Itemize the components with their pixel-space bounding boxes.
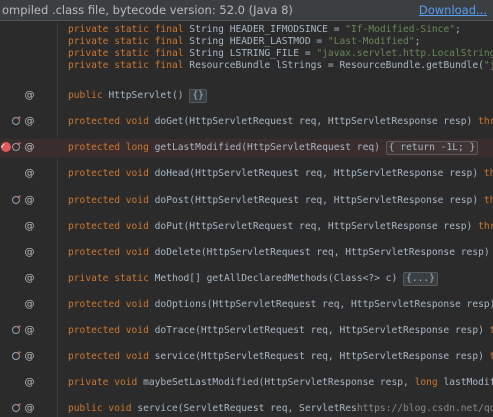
code-line-maybesetlastmodified[interactable]: @ private void maybeSetLastModified(Http… bbox=[0, 374, 493, 392]
code-line-service-servlet[interactable]: ↑ @ public void service(ServletRequest r… bbox=[0, 400, 493, 417]
annotation-icon: @ bbox=[24, 273, 35, 284]
code-line: private static final ResourceBundle lStr… bbox=[68, 60, 493, 71]
implementing-method-icon[interactable]: ↑ bbox=[10, 324, 23, 336]
fold-placeholder[interactable]: {...} bbox=[403, 272, 438, 286]
code-line-dooptions[interactable]: @ protected void doOptions(HttpServletRe… bbox=[0, 296, 493, 314]
banner-text: ompiled .class file, bytecode version: 5… bbox=[2, 3, 293, 17]
annotation-icon: @ bbox=[24, 195, 35, 206]
code-line-dodelete[interactable]: @ protected void doDelete(HttpServletReq… bbox=[0, 244, 493, 262]
annotation-icon: @ bbox=[24, 90, 35, 101]
annotation-icon: @ bbox=[24, 377, 35, 388]
watermark-text: https://blog.csdn.net/qq_40911208 bbox=[356, 403, 493, 414]
fold-placeholder[interactable]: {} bbox=[189, 89, 207, 103]
annotation-icon: @ bbox=[24, 351, 35, 362]
code-line-dopost[interactable]: ↑ @ protected void doPost(HttpServletReq… bbox=[0, 192, 493, 210]
download-sources-link[interactable]: Download... bbox=[419, 3, 487, 17]
implementing-method-icon[interactable]: ↑ bbox=[10, 350, 23, 362]
code-line-getalldeclaredmethods[interactable]: @ private static Method[] getAllDeclared… bbox=[0, 270, 493, 288]
code-line-doget[interactable]: ↑ @ protected void doGet(HttpServletRequ… bbox=[0, 113, 493, 131]
code-line-constructor[interactable]: @ public HttpServlet() {} bbox=[0, 87, 493, 105]
implementing-method-icon[interactable]: ↑ bbox=[10, 194, 23, 206]
annotation-icon: @ bbox=[24, 116, 35, 127]
annotation-icon: @ bbox=[24, 247, 35, 258]
code-line-getlastmodified[interactable]: ✓ ↑ @ protected long getLastModified(Htt… bbox=[0, 139, 493, 157]
annotation-icon: @ bbox=[24, 142, 35, 153]
decompiled-class-banner: ompiled .class file, bytecode version: 5… bbox=[0, 0, 493, 21]
implementing-method-icon[interactable]: ↑ bbox=[10, 115, 23, 127]
annotation-icon: @ bbox=[24, 221, 35, 232]
annotation-icon: @ bbox=[24, 168, 35, 179]
annotation-icon: @ bbox=[24, 403, 35, 414]
code-line-dotrace[interactable]: ↑ @ protected void doTrace(HttpServletRe… bbox=[0, 322, 493, 340]
code-editor[interactable]: private static final String HEADER_IFMOD… bbox=[0, 21, 493, 417]
annotation-icon: @ bbox=[24, 299, 35, 310]
annotation-icon: @ bbox=[24, 325, 35, 336]
implementing-method-icon[interactable]: ↑ bbox=[10, 402, 23, 414]
fold-placeholder[interactable]: { return -1L; } bbox=[385, 141, 479, 155]
implementing-method-icon[interactable]: ↑ bbox=[10, 141, 23, 153]
code-line-dohead[interactable]: @ protected void doHead(HttpServletReque… bbox=[0, 165, 493, 183]
code-line-service-http[interactable]: ↑ @ protected void service(HttpServletRe… bbox=[0, 348, 493, 366]
code-line-doput[interactable]: @ protected void doPut(HttpServletReques… bbox=[0, 218, 493, 236]
